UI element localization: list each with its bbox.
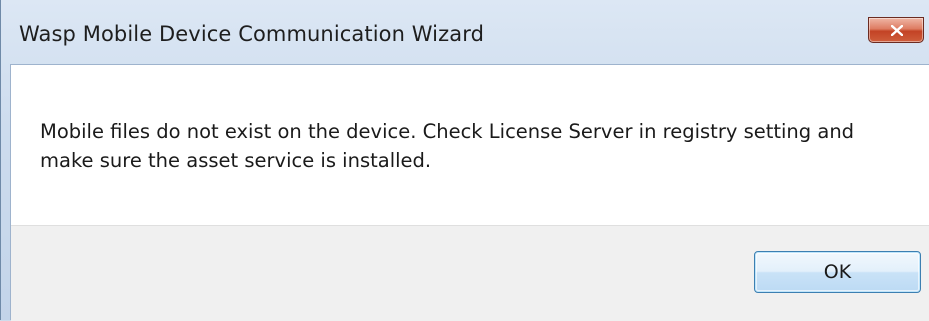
button-area: OK [11,225,929,321]
message-text: Mobile files do not exist on the device.… [40,120,855,172]
dialog-window: Wasp Mobile Device Communication Wizard … [0,0,929,321]
window-title: Wasp Mobile Device Communication Wizard [19,22,485,46]
dialog-content: Mobile files do not exist on the device.… [10,64,929,321]
close-button[interactable] [868,17,924,43]
message-area: Mobile files do not exist on the device.… [11,65,929,225]
ok-button[interactable]: OK [754,251,921,293]
close-icon [891,25,903,36]
title-bar[interactable]: Wasp Mobile Device Communication Wizard [1,0,929,64]
